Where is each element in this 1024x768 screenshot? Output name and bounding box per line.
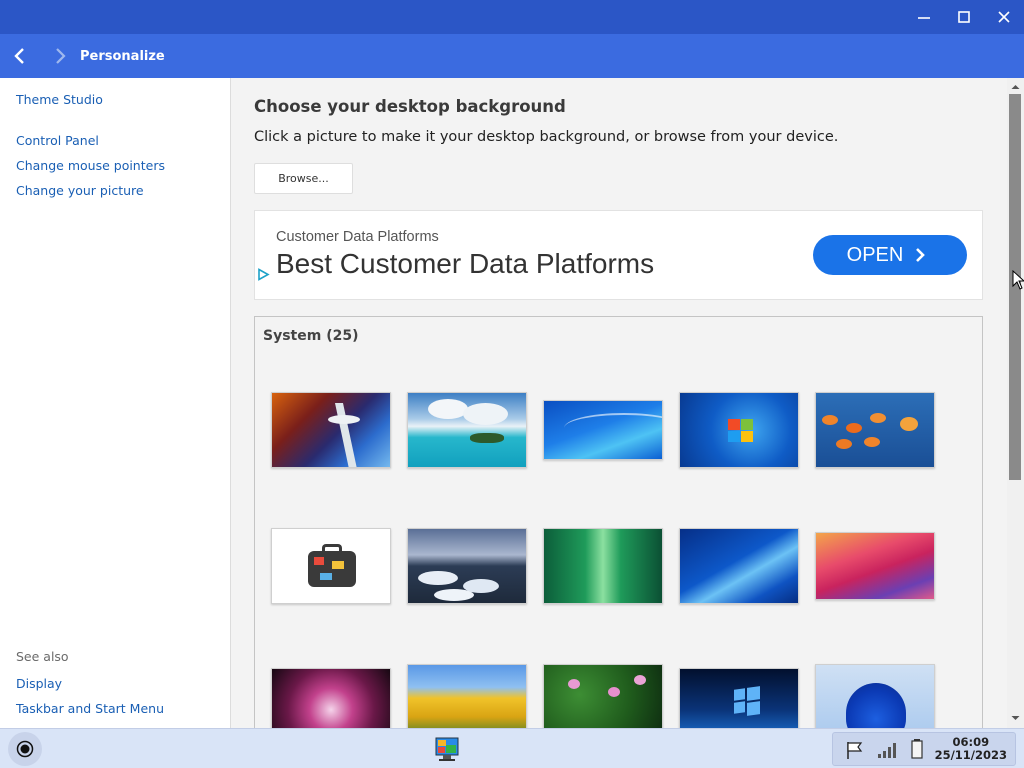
wallpaper-gallery: System (25) bbox=[254, 316, 983, 728]
signal-icon[interactable] bbox=[877, 740, 899, 760]
nav-bar: Personalize bbox=[0, 34, 1024, 78]
chevron-right-icon bbox=[916, 248, 926, 262]
title-bar bbox=[0, 0, 1024, 34]
wallpaper-thumb-glacier-lake[interactable] bbox=[407, 528, 527, 604]
scroll-down-icon[interactable] bbox=[1010, 712, 1021, 724]
sidebar-link-display[interactable]: Display bbox=[16, 676, 62, 691]
sidebar-link-mouse-pointers[interactable]: Change mouse pointers bbox=[16, 158, 165, 173]
sidebar-link-taskbar[interactable]: Taskbar and Start Menu bbox=[16, 701, 164, 716]
minimize-button[interactable] bbox=[904, 0, 944, 34]
start-orb-icon bbox=[16, 740, 34, 758]
main-panel: Choose your desktop background Click a p… bbox=[231, 78, 1007, 728]
system-tray: 06:09 25/11/2023 bbox=[832, 732, 1016, 766]
taskbar: 06:09 25/11/2023 bbox=[0, 728, 1024, 768]
chevron-right-icon bbox=[56, 48, 66, 64]
sidebar-link-control-panel[interactable]: Control Panel bbox=[16, 133, 99, 148]
ad-open-button[interactable]: OPEN bbox=[813, 235, 967, 275]
ad-open-label: OPEN bbox=[846, 243, 904, 266]
minimize-icon bbox=[918, 17, 930, 19]
see-also-label: See also bbox=[16, 649, 69, 664]
forward-button[interactable] bbox=[40, 34, 80, 78]
personalize-app-icon bbox=[435, 737, 459, 761]
clock[interactable]: 06:09 25/11/2023 bbox=[935, 736, 1007, 762]
wallpaper-thumb-green-aurora[interactable] bbox=[543, 528, 663, 604]
maximize-icon bbox=[958, 11, 970, 23]
ad-small-text: Customer Data Platforms bbox=[276, 229, 439, 245]
chevron-left-icon bbox=[14, 48, 24, 64]
scroll-up-icon[interactable] bbox=[1010, 81, 1021, 93]
flag-icon[interactable] bbox=[845, 740, 865, 760]
back-button[interactable] bbox=[0, 34, 40, 78]
page-title: Personalize bbox=[80, 48, 165, 64]
wallpaper-thumb-goldfish[interactable] bbox=[815, 392, 935, 468]
gallery-group-label: System (25) bbox=[263, 328, 359, 344]
wallpaper-thumb-blue-light-streak[interactable] bbox=[679, 528, 799, 604]
maximize-button[interactable] bbox=[944, 0, 984, 34]
section-heading: Choose your desktop background bbox=[254, 97, 566, 116]
start-button[interactable] bbox=[8, 732, 42, 766]
wallpaper-thumb-windows-10-light[interactable] bbox=[679, 668, 799, 728]
wallpaper-thumb-windows-7-logo[interactable] bbox=[679, 392, 799, 468]
wallpaper-thumb-suitcase[interactable] bbox=[271, 528, 391, 604]
section-description: Click a picture to make it your desktop … bbox=[254, 129, 839, 145]
clock-date: 25/11/2023 bbox=[934, 748, 1007, 762]
battery-icon[interactable] bbox=[910, 738, 924, 760]
wallpaper-thumb-purple-dahlia[interactable] bbox=[271, 668, 391, 728]
browse-button[interactable]: Browse... bbox=[254, 163, 353, 194]
wallpaper-thumb-water-lilies[interactable] bbox=[543, 664, 663, 728]
taskbar-app-personalize[interactable] bbox=[430, 732, 464, 766]
sidebar-link-change-picture[interactable]: Change your picture bbox=[16, 183, 144, 198]
wallpaper-thumb-windows-11-bloom[interactable] bbox=[815, 664, 935, 728]
close-button[interactable] bbox=[984, 0, 1024, 34]
wallpaper-thumb-red-waves[interactable] bbox=[815, 532, 935, 600]
wallpaper-thumb-blue-swoosh[interactable] bbox=[543, 400, 663, 460]
ad-headline: Best Customer Data Platforms bbox=[276, 248, 655, 279]
close-icon bbox=[998, 11, 1010, 23]
wallpaper-thumb-space-needle[interactable] bbox=[271, 392, 391, 468]
ad-banner[interactable]: Customer Data Platforms Best Customer Da… bbox=[254, 210, 983, 300]
vertical-scrollbar[interactable] bbox=[1007, 78, 1024, 728]
ad-choices-icon[interactable] bbox=[257, 268, 270, 281]
sidebar: Theme Studio Control Panel Change mouse … bbox=[0, 78, 231, 728]
wallpaper-thumb-tropical-island[interactable] bbox=[407, 392, 527, 468]
sidebar-link-theme-studio[interactable]: Theme Studio bbox=[16, 92, 103, 107]
mouse-cursor-icon bbox=[1012, 270, 1024, 290]
wallpaper-thumb-yellow-tulips[interactable] bbox=[407, 664, 527, 728]
